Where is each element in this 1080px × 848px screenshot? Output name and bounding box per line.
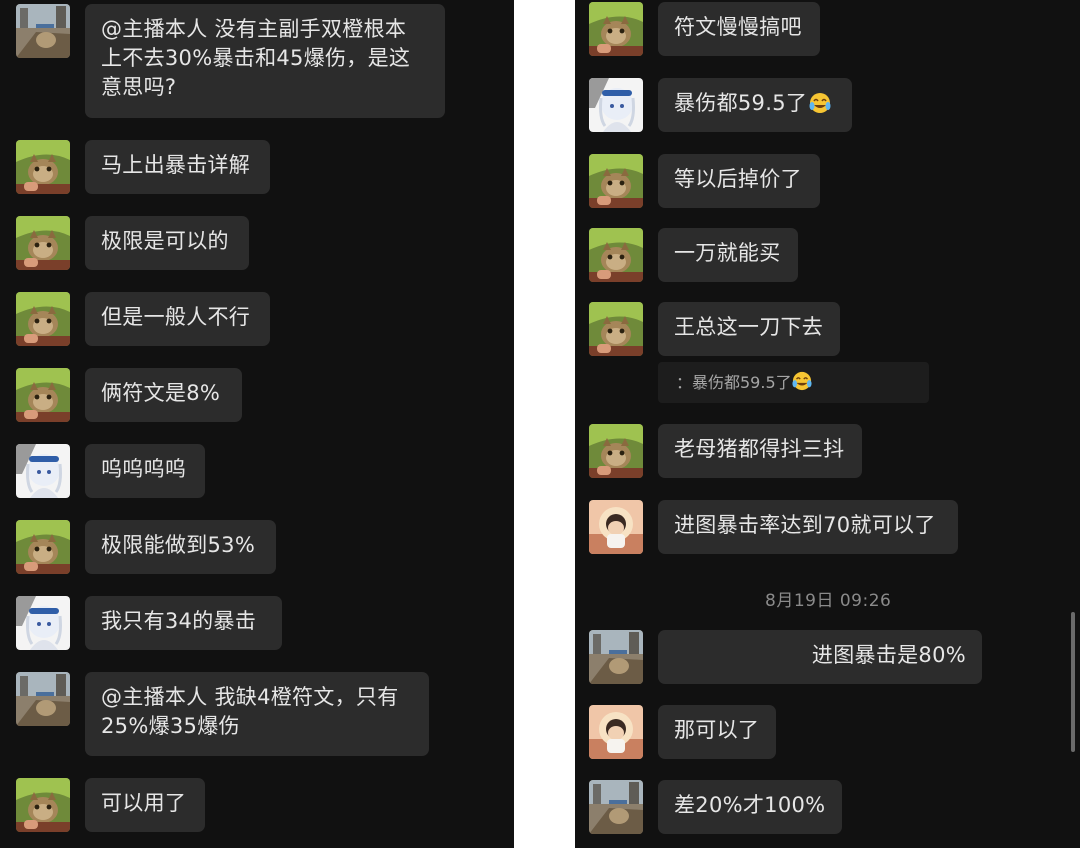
laughing-crying-emoji-icon [809, 92, 832, 114]
message-bubble[interactable]: 老母猪都得抖三抖 [658, 424, 862, 478]
message-bubble[interactable]: 极限是可以的 [85, 216, 249, 270]
cat-avatar-green[interactable] [589, 2, 643, 56]
cat-avatar-green[interactable] [16, 778, 70, 832]
cat-avatar-green[interactable] [16, 292, 70, 346]
message-bubble[interactable]: 可以用了 [85, 778, 205, 832]
message-bubble[interactable]: 进图暴击是80% [658, 630, 982, 684]
chat-panel-right[interactable]: 符文慢慢搞吧 暴伤都59.5了 等以后掉价了 一万就能买 王总这一刀下去 ：暴伤… [575, 0, 1080, 848]
cat-avatar-green[interactable] [589, 228, 643, 282]
anime-girl-avatar[interactable] [16, 444, 70, 498]
cat-avatar-green[interactable] [589, 154, 643, 208]
message-bubble[interactable]: 我只有34的暴击 [85, 596, 282, 650]
message-bubble[interactable]: 俩符文是8% [85, 368, 242, 422]
boy-sunset-avatar[interactable] [589, 500, 643, 554]
cat-avatar-street[interactable] [589, 630, 643, 684]
cat-avatar-green[interactable] [16, 368, 70, 422]
laughing-crying-emoji-icon [791, 371, 812, 391]
cat-avatar-street[interactable] [16, 672, 70, 726]
message-bubble[interactable]: 王总这一刀下去 [658, 302, 840, 356]
cat-avatar-street[interactable] [16, 4, 70, 58]
cat-avatar-green[interactable] [16, 216, 70, 270]
cat-avatar-green[interactable] [16, 140, 70, 194]
quoted-message[interactable]: ：暴伤都59.5了 [658, 362, 929, 403]
message-bubble[interactable]: 暴伤都59.5了 [658, 78, 852, 132]
cat-avatar-green[interactable] [589, 302, 643, 356]
message-bubble[interactable]: 呜呜呜呜 [85, 444, 205, 498]
message-bubble[interactable]: @主播本人 我缺4橙符文，只有 25%爆35爆伤 [85, 672, 429, 756]
message-bubble[interactable]: 但是一般人不行 [85, 292, 270, 346]
timestamp-divider: 8月19日 09:26 [765, 591, 892, 611]
scrollbar[interactable] [1071, 612, 1075, 752]
message-bubble[interactable]: 极限能做到53% [85, 520, 276, 574]
message-text: 暴伤都59.5了 [674, 91, 808, 115]
message-bubble[interactable]: @主播本人 没有主副手双橙根本 上不去30%暴击和45爆伤，是这 意思吗? [85, 4, 445, 118]
anime-girl-avatar[interactable] [16, 596, 70, 650]
message-bubble[interactable]: 那可以了 [658, 705, 776, 759]
cat-avatar-green[interactable] [589, 424, 643, 478]
quote-text: ：暴伤都59.5了 [676, 373, 792, 392]
boy-sunset-avatar[interactable] [589, 705, 643, 759]
chat-panel-left[interactable]: @主播本人 没有主副手双橙根本 上不去30%暴击和45爆伤，是这 意思吗? 马上… [0, 0, 514, 848]
message-bubble[interactable]: 马上出暴击详解 [85, 140, 270, 194]
message-bubble[interactable]: 等以后掉价了 [658, 154, 820, 208]
cat-avatar-green[interactable] [16, 520, 70, 574]
message-bubble[interactable]: 差20%才100% [658, 780, 842, 834]
message-bubble[interactable]: 符文慢慢搞吧 [658, 2, 820, 56]
anime-girl-avatar[interactable] [589, 78, 643, 132]
message-bubble[interactable]: 进图暴击率达到70就可以了 [658, 500, 958, 554]
message-bubble[interactable]: 一万就能买 [658, 228, 798, 282]
cat-avatar-street[interactable] [589, 780, 643, 834]
